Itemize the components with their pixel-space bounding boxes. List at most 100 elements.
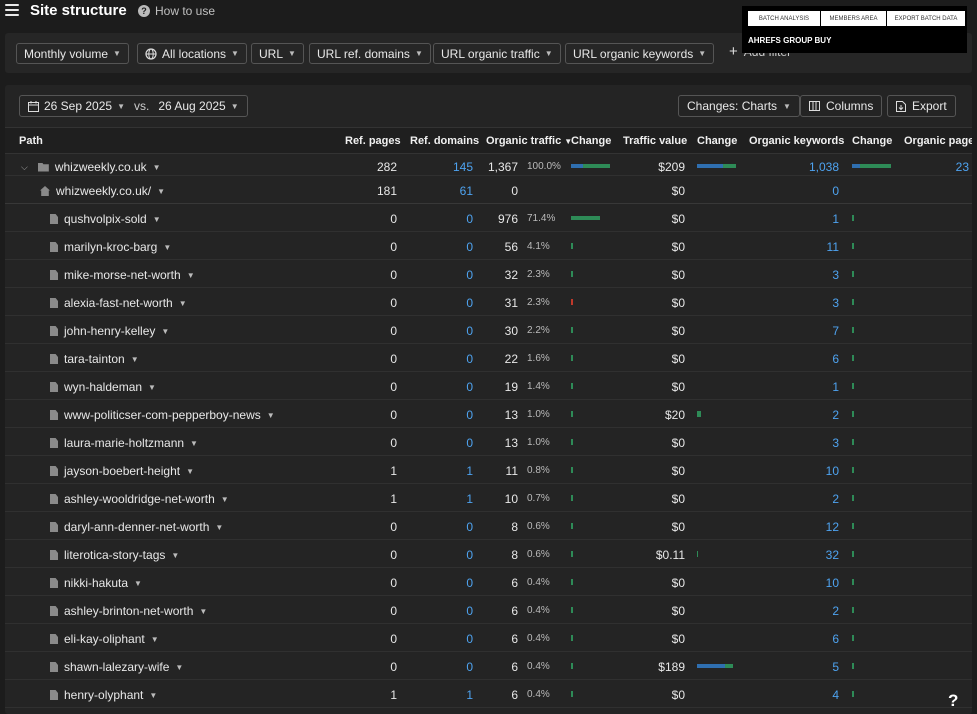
url-ref-domains-filter[interactable]: URL ref. domains ▼	[309, 43, 431, 64]
ref-domains-link[interactable]: 61	[460, 184, 473, 198]
locations-filter[interactable]: All locations ▼	[137, 43, 247, 64]
path-cell[interactable]: eli-kay-oliphant ▼	[50, 632, 159, 646]
path-cell[interactable]: wyn-haldeman ▼	[50, 380, 156, 394]
col-path[interactable]: Path	[19, 135, 43, 147]
menu-icon[interactable]	[5, 4, 19, 17]
ref-domains-link[interactable]: 0	[466, 296, 473, 310]
ref-domains-link[interactable]: 1	[466, 464, 473, 478]
organic-keywords-link[interactable]: 5	[832, 660, 839, 674]
ref-domains-link[interactable]: 0	[466, 380, 473, 394]
ref-domains-link[interactable]: 1	[466, 492, 473, 506]
ref-domains-link[interactable]: 0	[466, 576, 473, 590]
col-ref-pages[interactable]: Ref. pages	[345, 135, 401, 147]
path-cell[interactable]: jayson-boebert-height ▼	[50, 464, 194, 478]
columns-button[interactable]: Columns	[800, 95, 883, 117]
ref-domains-link[interactable]: 1	[466, 688, 473, 702]
organic-keywords-link[interactable]: 6	[832, 632, 839, 646]
col-traffic-change[interactable]: Change	[571, 135, 611, 147]
traffic-percent: 2.2%	[527, 325, 550, 336]
ref-domains-link[interactable]: 0	[466, 268, 473, 282]
path-cell[interactable]: daryl-ann-denner-net-worth ▼	[50, 520, 223, 534]
changes-charts-dropdown[interactable]: Changes: Charts ▼	[678, 95, 800, 117]
path-cell[interactable]: john-henry-kelley ▼	[50, 324, 169, 338]
ref-domains-link[interactable]: 145	[453, 160, 473, 174]
export-button[interactable]: Export	[887, 95, 956, 117]
how-to-use-link[interactable]: ? How to use	[138, 4, 215, 18]
url-filter[interactable]: URL ▼	[251, 43, 304, 64]
ref-domains-link[interactable]: 0	[466, 408, 473, 422]
members-area-button[interactable]: MEMBERS AREA	[821, 11, 886, 26]
ref-domains-link[interactable]: 0	[466, 548, 473, 562]
traffic-change-bar	[571, 607, 573, 613]
col-organic-traffic[interactable]: Organic traffic ▼	[486, 135, 572, 147]
path-cell[interactable]: qushvolpix-sold ▼	[50, 212, 161, 226]
organic-keywords-link[interactable]: 1	[832, 380, 839, 394]
traffic-value: $20	[664, 408, 685, 422]
organic-keywords-link[interactable]: 4	[832, 688, 839, 702]
organic-keywords-link[interactable]: 0	[832, 184, 839, 198]
traffic-value: $189	[658, 660, 685, 674]
organic-keywords-link[interactable]: 3	[832, 296, 839, 310]
ref-domains-link[interactable]: 0	[466, 324, 473, 338]
organic-keywords-link[interactable]: 3	[832, 436, 839, 450]
ref-domains-link[interactable]: 0	[466, 660, 473, 674]
col-organic-pages[interactable]: Organic page	[904, 135, 972, 147]
keywords-change-bar	[852, 691, 854, 697]
date-compare-picker[interactable]: 26 Sep 2025 ▼ vs. 26 Aug 2025 ▼	[19, 95, 248, 117]
organic-keywords-link[interactable]: 6	[832, 352, 839, 366]
col-organic-keywords[interactable]: Organic keywords	[749, 135, 844, 147]
extension-overlay: BATCH ANALYSIS MEMBERS AREA EXPORT BATCH…	[742, 6, 967, 53]
keywords-change-bar	[852, 635, 854, 641]
organic-keywords-link[interactable]: 11	[827, 240, 839, 254]
organic-keywords-link[interactable]: 7	[832, 324, 839, 338]
col-value-change[interactable]: Change	[697, 135, 737, 147]
ref-pages-value: 0	[390, 604, 397, 618]
site-structure-app: Site structure ? How to use Monthly volu…	[0, 0, 977, 714]
monthly-volume-filter[interactable]: Monthly volume ▼	[16, 43, 129, 64]
organic-keywords-link[interactable]: 10	[826, 576, 839, 590]
path-cell[interactable]: www-politicser-com-pepperboy-news ▼	[50, 408, 275, 422]
path-cell[interactable]: tara-tainton ▼	[50, 352, 139, 366]
ref-domains-link[interactable]: 0	[466, 520, 473, 534]
path-cell[interactable]: nikki-hakuta ▼	[50, 576, 142, 590]
col-keywords-change[interactable]: Change	[852, 135, 892, 147]
organic-keywords-link[interactable]: 32	[826, 548, 839, 562]
organic-keywords-link[interactable]: 12	[826, 520, 839, 534]
batch-analysis-button[interactable]: BATCH ANALYSIS	[748, 11, 820, 26]
ref-domains-link[interactable]: 0	[466, 632, 473, 646]
url-organic-keywords-filter[interactable]: URL organic keywords ▼	[565, 43, 715, 64]
path-cell[interactable]: alexia-fast-net-worth ▼	[50, 296, 187, 310]
path-cell[interactable]: literotica-story-tags ▼	[50, 548, 179, 562]
organic-keywords-link[interactable]: 2	[832, 492, 839, 506]
organic-keywords-link[interactable]: 1,038	[809, 160, 839, 174]
path-cell[interactable]: shawn-lalezary-wife ▼	[50, 660, 183, 674]
path-cell[interactable]: marilyn-kroc-barg ▼	[50, 240, 171, 254]
organic-keywords-link[interactable]: 2	[832, 408, 839, 422]
ref-domains-link[interactable]: 0	[466, 436, 473, 450]
path-cell[interactable]: whizweekly.co.uk/ ▼	[40, 184, 165, 198]
ref-domains-link[interactable]: 0	[466, 240, 473, 254]
col-traffic-value[interactable]: Traffic value	[623, 135, 687, 147]
expand-chevron-icon[interactable]: ⌵	[21, 162, 28, 173]
table-row: qushvolpix-sold ▼ 0 0 976 71.4% $0 1	[5, 204, 972, 232]
path-cell[interactable]: ⌵ whizweekly.co.uk ▼	[21, 160, 161, 174]
ref-domains-link[interactable]: 0	[466, 212, 473, 226]
export-batch-data-button[interactable]: EXPORT BATCH DATA	[887, 11, 965, 26]
col-ref-domains[interactable]: Ref. domains	[410, 135, 479, 147]
url-organic-traffic-filter[interactable]: URL organic traffic ▼	[433, 43, 561, 64]
path-cell[interactable]: mike-morse-net-worth ▼	[50, 268, 195, 282]
organic-keywords-link[interactable]: 10	[826, 464, 839, 478]
organic-pages-link[interactable]: 23	[956, 160, 969, 174]
path-label: john-henry-kelley	[64, 324, 156, 338]
organic-keywords-link[interactable]: 2	[832, 604, 839, 618]
path-cell[interactable]: laura-marie-holtzmann ▼	[50, 436, 198, 450]
ref-domains-link[interactable]: 0	[466, 604, 473, 618]
organic-keywords-link[interactable]: 1	[832, 212, 839, 226]
path-cell[interactable]: henry-olyphant ▼	[50, 688, 157, 702]
table-row: www-politicser-com-pepperboy-news ▼ 0 0 13 1.…	[5, 400, 972, 428]
organic-keywords-link[interactable]: 3	[832, 268, 839, 282]
path-cell[interactable]: ashley-wooldridge-net-worth ▼	[50, 492, 229, 506]
help-button[interactable]: ?	[948, 691, 958, 711]
ref-domains-link[interactable]: 0	[466, 352, 473, 366]
path-cell[interactable]: ashley-brinton-net-worth ▼	[50, 604, 207, 618]
